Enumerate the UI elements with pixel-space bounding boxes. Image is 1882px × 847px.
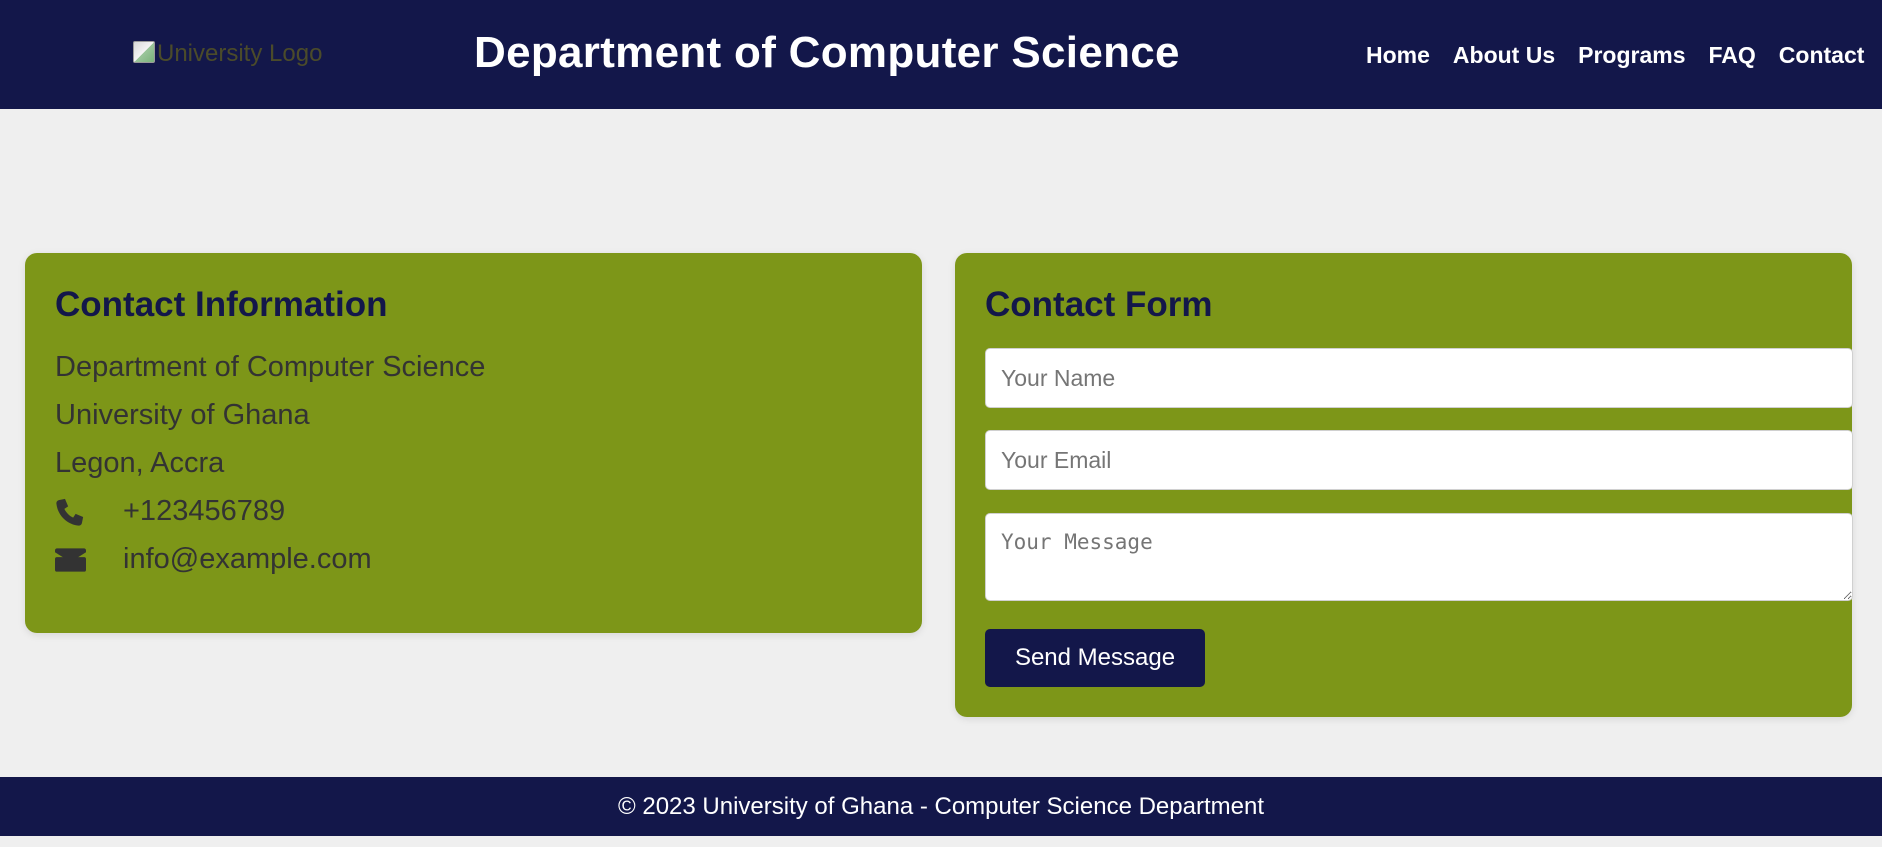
broken-image-icon: [133, 41, 155, 63]
send-message-button[interactable]: Send Message: [985, 629, 1205, 687]
phone-row: +123456789: [55, 495, 285, 528]
name-input[interactable]: [985, 348, 1853, 408]
nav-programs-link[interactable]: Programs: [1578, 42, 1685, 69]
message-textarea[interactable]: [985, 513, 1853, 601]
contact-information-card: Contact Information Department of Comput…: [25, 253, 922, 633]
contact-form-heading: Contact Form: [985, 285, 1213, 324]
site-footer: © 2023 University of Ghana - Computer Sc…: [0, 777, 1882, 836]
nav-about-us-link[interactable]: About Us: [1453, 42, 1555, 69]
phone-icon: [55, 497, 123, 527]
nav-home-link[interactable]: Home: [1366, 42, 1430, 69]
footer-copyright: © 2023 University of Ghana - Computer Sc…: [618, 792, 1264, 820]
nav-contact-link[interactable]: Contact: [1779, 42, 1865, 69]
contact-form-card: Contact Form Send Message: [955, 253, 1853, 717]
email-row: info@example.com: [55, 543, 372, 576]
contact-information-heading: Contact Information: [55, 285, 388, 324]
nav-faq-link[interactable]: FAQ: [1709, 42, 1756, 69]
site-header: University Logo Department of Computer S…: [0, 0, 1882, 109]
envelope-icon: [55, 547, 123, 572]
university-logo: University Logo: [133, 40, 322, 68]
address-line-university: University of Ghana: [55, 399, 310, 431]
phone-number: +123456789: [123, 495, 286, 527]
email-address: info@example.com: [123, 543, 372, 575]
address-line-department: Department of Computer Science: [55, 351, 486, 383]
main-nav: Home About Us Programs FAQ Contact: [1366, 42, 1864, 69]
address-line-location: Legon, Accra: [55, 447, 225, 479]
page-title: Department of Computer Science: [474, 28, 1180, 77]
email-input[interactable]: [985, 430, 1853, 490]
logo-alt-text: University Logo: [157, 40, 323, 67]
